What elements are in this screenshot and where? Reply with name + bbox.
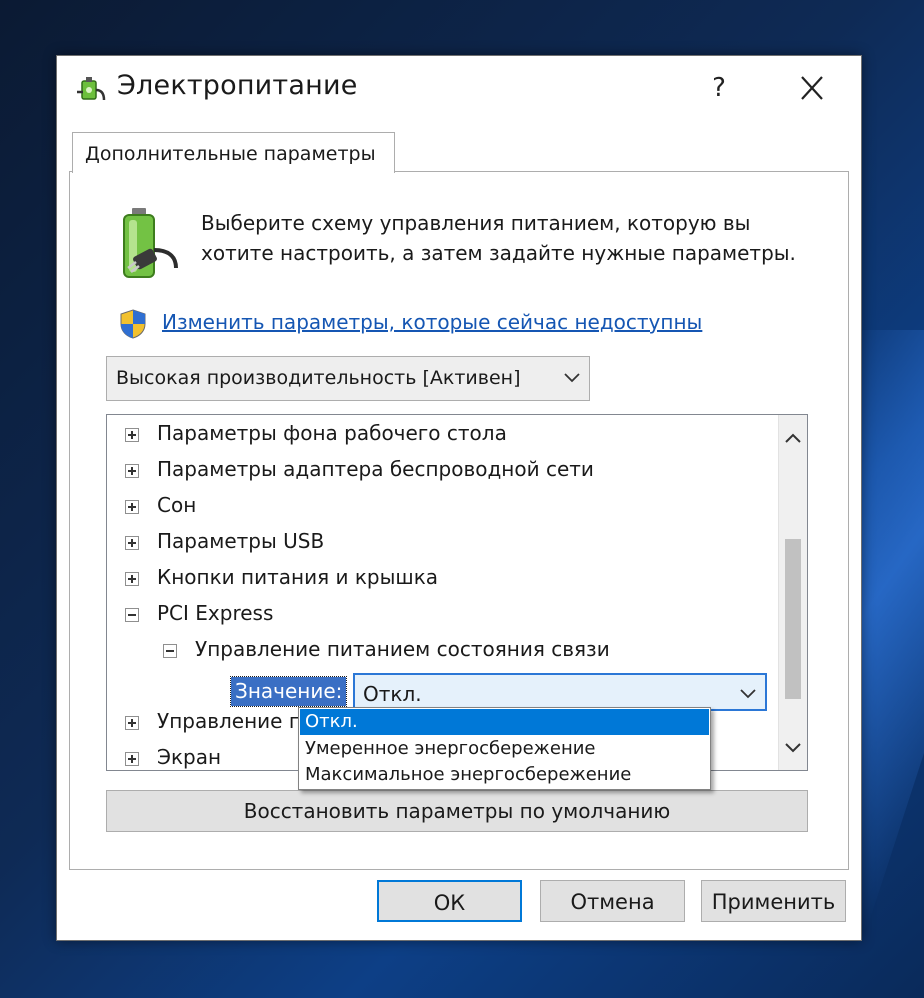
dropdown-option-off[interactable]: Откл.	[300, 709, 709, 735]
chevron-down-icon	[785, 743, 801, 753]
ok-button[interactable]: ОК	[377, 880, 522, 922]
collapse-icon[interactable]	[125, 608, 139, 622]
battery-plug-icon	[123, 208, 178, 278]
expand-icon[interactable]	[125, 716, 139, 730]
tab-advanced-settings[interactable]: Дополнительные параметры	[72, 132, 395, 173]
help-button[interactable]: ?	[699, 68, 739, 108]
title-bar: Электропитание ?	[57, 56, 861, 122]
close-button[interactable]	[790, 68, 834, 108]
change-unavailable-settings-link[interactable]: Изменить параметры, которые сейчас недос…	[162, 310, 702, 334]
dropdown-option-moderate[interactable]: Умеренное энергосбережение	[300, 736, 709, 762]
power-plan-value: Высокая производительность [Активен]	[116, 367, 521, 389]
expand-icon[interactable]	[125, 500, 139, 514]
intro-text: Выберите схему управления питанием, кото…	[201, 211, 796, 265]
restore-defaults-button[interactable]: Восстановить параметры по умолчанию	[106, 790, 808, 832]
expand-icon[interactable]	[125, 428, 139, 442]
collapse-icon[interactable]	[163, 644, 177, 658]
expand-icon[interactable]	[125, 536, 139, 550]
expand-icon[interactable]	[125, 752, 139, 766]
window-title: Электропитание	[117, 70, 358, 101]
chevron-up-icon	[785, 433, 801, 443]
scroll-down-button[interactable]	[779, 733, 807, 763]
dropdown-option-maximum[interactable]: Максимальное энергосбережение	[300, 762, 709, 788]
tree-scrollbar[interactable]	[778, 415, 807, 770]
uac-shield-icon	[120, 309, 146, 339]
chevron-down-icon	[564, 373, 580, 383]
expand-icon[interactable]	[125, 572, 139, 586]
cancel-button[interactable]: Отмена	[540, 880, 685, 922]
value-current: Откл.	[363, 682, 422, 706]
power-plan-select[interactable]: Высокая производительность [Активен]	[106, 356, 590, 401]
scroll-up-button[interactable]	[779, 423, 807, 453]
value-select[interactable]: Откл.	[353, 673, 767, 711]
tab-label: Дополнительные параметры	[85, 143, 376, 165]
power-plug-icon	[77, 77, 106, 101]
value-dropdown-list: Откл. Умеренное энергосбережение Максима…	[298, 707, 711, 790]
expand-icon[interactable]	[125, 464, 139, 478]
chevron-down-icon	[740, 689, 756, 699]
scroll-thumb[interactable]	[785, 539, 801, 699]
power-options-dialog: Электропитание ? Дополнительные параметр…	[56, 55, 862, 941]
apply-button[interactable]: Применить	[701, 880, 846, 922]
close-icon	[801, 76, 823, 100]
value-label: Значение:	[229, 676, 348, 707]
